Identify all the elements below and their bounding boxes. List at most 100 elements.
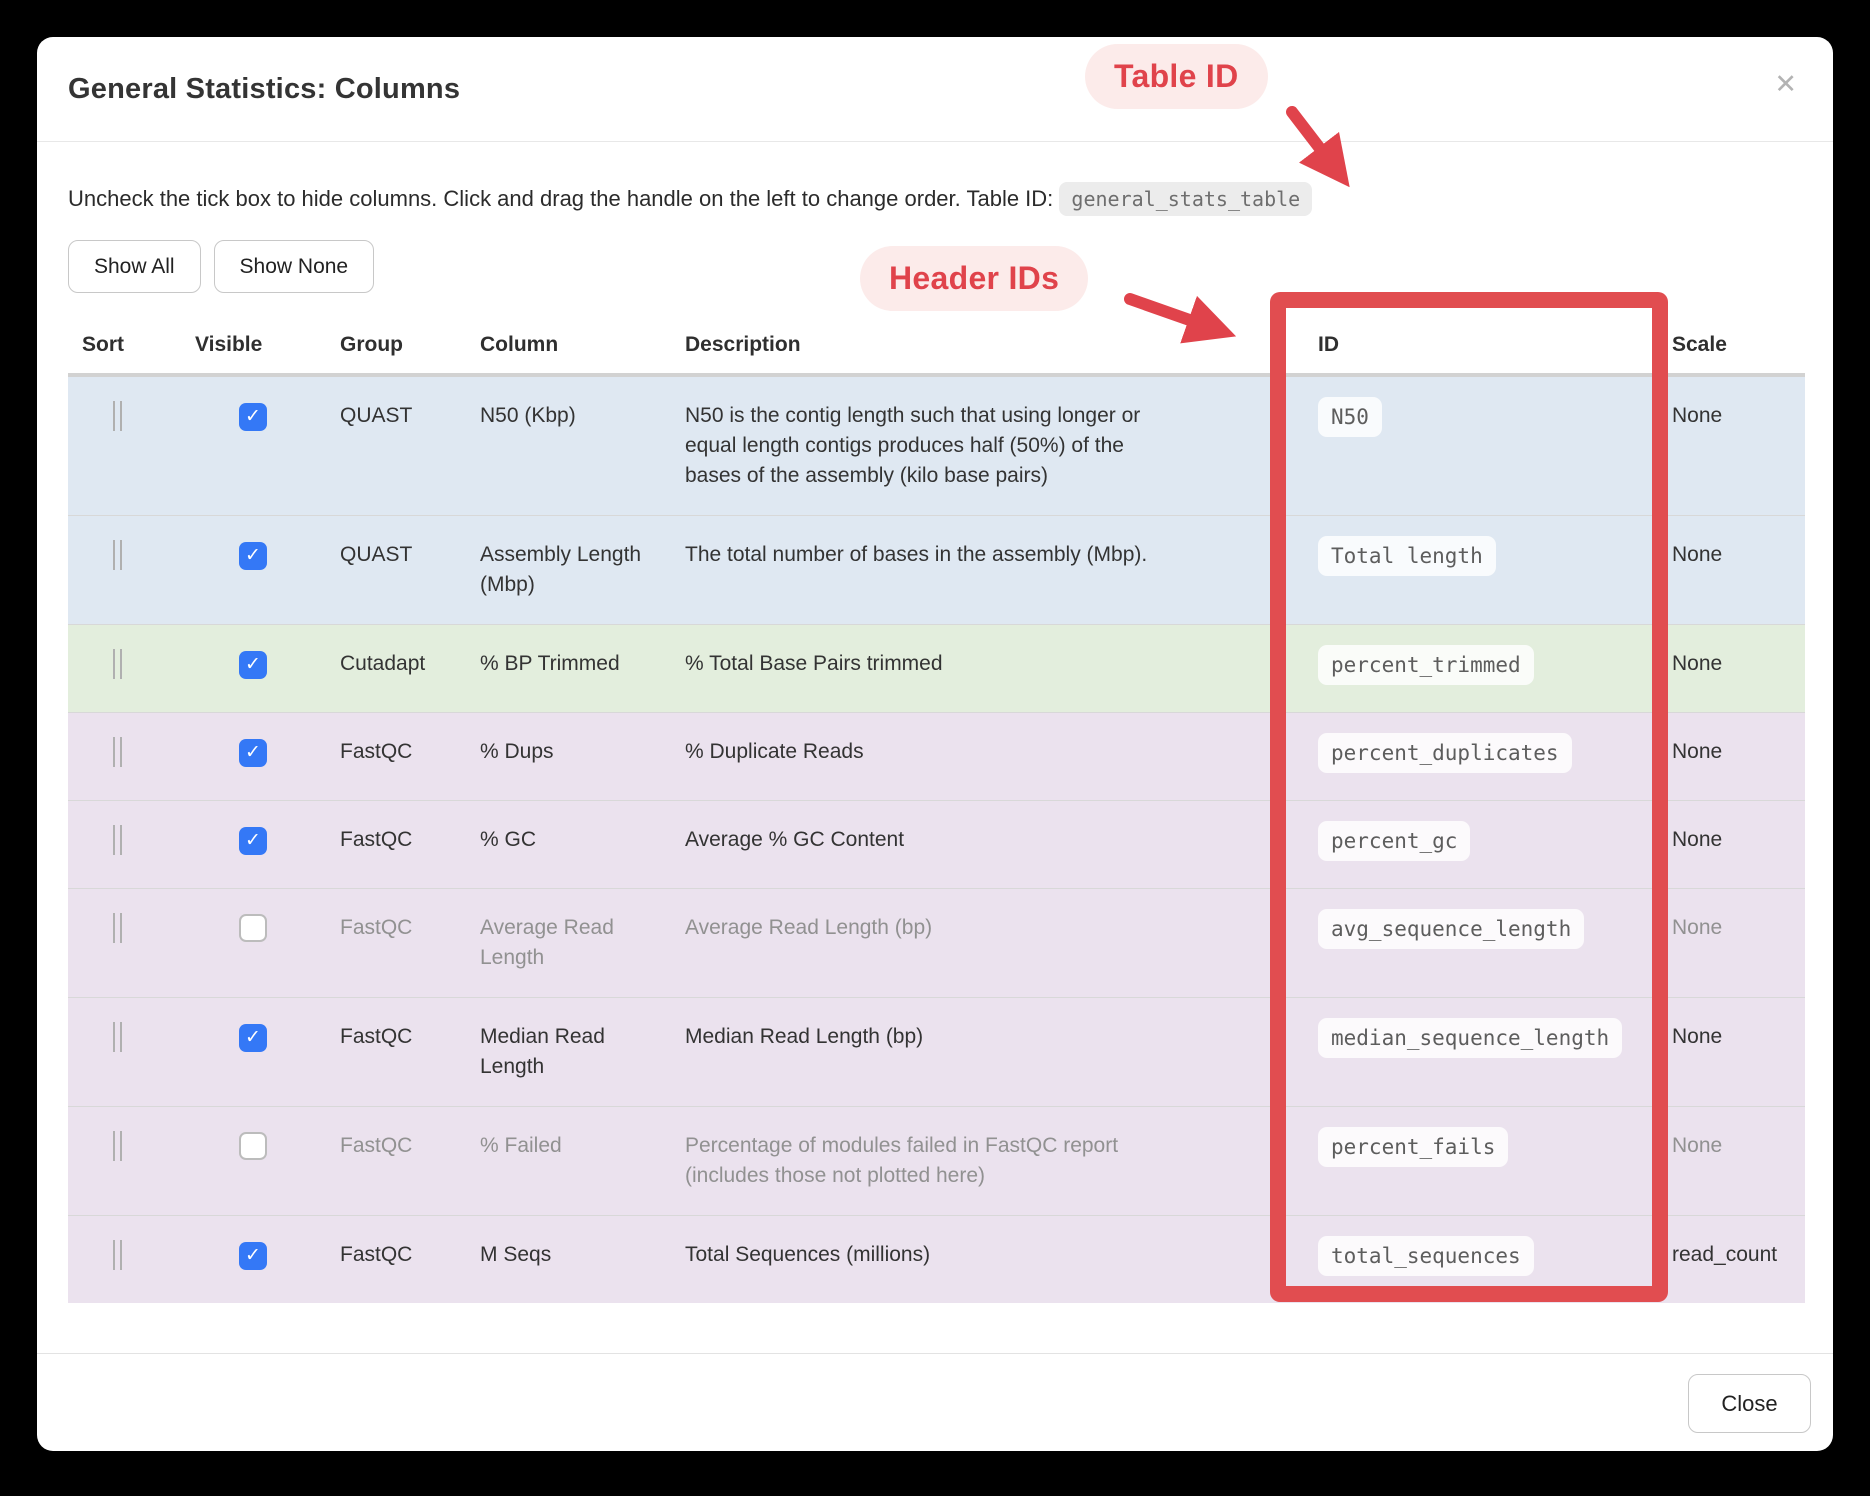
scale-label: None bbox=[1672, 404, 1722, 427]
header-ids-annotation: Header IDs bbox=[860, 246, 1088, 311]
table-body: ✓ QUAST N50 (Kbp) N50 is the contig leng… bbox=[68, 375, 1805, 1303]
modal-body: Uncheck the tick box to hide columns. Cl… bbox=[37, 184, 1833, 1303]
id-code-chip: median_sequence_length bbox=[1318, 1018, 1622, 1058]
id-code-chip: total_sequences bbox=[1318, 1236, 1534, 1276]
description-text: % Total Base Pairs trimmed bbox=[685, 649, 943, 679]
drag-handle-icon[interactable] bbox=[113, 1240, 122, 1270]
description-text: Percentage of modules failed in FastQC r… bbox=[685, 1131, 1165, 1191]
drag-handle-icon[interactable] bbox=[113, 1022, 122, 1052]
id-code-chip: percent_fails bbox=[1318, 1127, 1508, 1167]
show-all-button[interactable]: Show All bbox=[68, 240, 201, 293]
close-button[interactable]: Close bbox=[1688, 1374, 1811, 1433]
description-text: Average Read Length (bp) bbox=[685, 913, 932, 943]
show-none-button[interactable]: Show None bbox=[214, 240, 375, 293]
checkmark-icon: ✓ bbox=[245, 831, 261, 850]
id-code-chip: Total length bbox=[1318, 536, 1496, 576]
scale-label: read_count bbox=[1672, 1243, 1777, 1266]
drag-handle-icon[interactable] bbox=[113, 913, 122, 943]
drag-handle-icon[interactable] bbox=[113, 649, 122, 679]
scale-label: None bbox=[1672, 828, 1722, 851]
column-label: Assembly Length (Mbp) bbox=[480, 543, 641, 596]
modal-footer: Close bbox=[37, 1353, 1833, 1451]
group-label: FastQC bbox=[340, 1025, 412, 1048]
table-head: Sort Visible Group Column Description ID… bbox=[68, 321, 1805, 375]
scale-label: None bbox=[1672, 1025, 1722, 1048]
drag-handle-icon[interactable] bbox=[113, 1131, 122, 1161]
description-text: % Duplicate Reads bbox=[685, 737, 864, 767]
group-label: FastQC bbox=[340, 828, 412, 851]
visible-checkbox[interactable]: ✓ bbox=[239, 1242, 267, 1270]
columns-table: Sort Visible Group Column Description ID… bbox=[68, 321, 1805, 1303]
group-label: FastQC bbox=[340, 1134, 412, 1157]
header-column: Column bbox=[466, 321, 671, 375]
header-scale: Scale bbox=[1660, 321, 1805, 375]
table-row: ✓ FastQC % Failed Percentage of modules … bbox=[68, 1107, 1805, 1216]
group-label: Cutadapt bbox=[340, 652, 425, 675]
header-group: Group bbox=[326, 321, 466, 375]
modal-title: General Statistics: Columns bbox=[68, 73, 460, 106]
visible-checkbox[interactable]: ✓ bbox=[239, 827, 267, 855]
column-label: % Failed bbox=[480, 1134, 562, 1157]
table-row: ✓ QUAST N50 (Kbp) N50 is the contig leng… bbox=[68, 375, 1805, 516]
visible-checkbox[interactable]: ✓ bbox=[239, 651, 267, 679]
group-label: FastQC bbox=[340, 740, 412, 763]
id-code-chip: N50 bbox=[1318, 397, 1382, 437]
visible-checkbox[interactable]: ✓ bbox=[239, 403, 267, 431]
visible-checkbox[interactable]: ✓ bbox=[239, 739, 267, 767]
header-visible: Visible bbox=[181, 321, 326, 375]
drag-handle-icon[interactable] bbox=[113, 825, 122, 855]
table-row: ✓ QUAST Assembly Length (Mbp) The total … bbox=[68, 516, 1805, 625]
checkmark-icon: ✓ bbox=[245, 655, 261, 674]
table-row: ✓ Cutadapt % BP Trimmed % Total Base Pai… bbox=[68, 625, 1805, 713]
id-code-chip: avg_sequence_length bbox=[1318, 909, 1584, 949]
checkmark-icon: ✓ bbox=[245, 1246, 261, 1265]
scale-label: None bbox=[1672, 543, 1722, 566]
table-row: ✓ FastQC Median Read Length Median Read … bbox=[68, 998, 1805, 1107]
instructions-text: Uncheck the tick box to hide columns. Cl… bbox=[68, 184, 1802, 214]
drag-handle-icon[interactable] bbox=[113, 737, 122, 767]
scale-label: None bbox=[1672, 740, 1722, 763]
table-row: ✓ FastQC Average Read Length Average Rea… bbox=[68, 889, 1805, 998]
description-text: The total number of bases in the assembl… bbox=[685, 540, 1147, 570]
instructions-label: Uncheck the tick box to hide columns. Cl… bbox=[68, 186, 1053, 211]
scale-label: None bbox=[1672, 652, 1722, 675]
group-label: QUAST bbox=[340, 543, 412, 566]
table-id-code: general_stats_table bbox=[1059, 182, 1312, 216]
table-row: ✓ FastQC M Seqs Total Sequences (million… bbox=[68, 1216, 1805, 1304]
close-icon[interactable]: ✕ bbox=[1774, 71, 1797, 98]
scale-label: None bbox=[1672, 916, 1722, 939]
column-label: % GC bbox=[480, 828, 536, 851]
column-label: % Dups bbox=[480, 740, 554, 763]
visible-checkbox[interactable]: ✓ bbox=[239, 914, 267, 942]
scale-label: None bbox=[1672, 1134, 1722, 1157]
modal-header: General Statistics: Columns ✕ bbox=[37, 37, 1833, 142]
header-description: Description bbox=[671, 321, 1300, 375]
visible-checkbox[interactable]: ✓ bbox=[239, 542, 267, 570]
checkmark-icon: ✓ bbox=[245, 743, 261, 762]
drag-handle-icon[interactable] bbox=[113, 540, 122, 570]
description-text: Total Sequences (millions) bbox=[685, 1240, 930, 1270]
description-text: Average % GC Content bbox=[685, 825, 904, 855]
checkmark-icon: ✓ bbox=[245, 1028, 261, 1047]
group-label: FastQC bbox=[340, 916, 412, 939]
id-code-chip: percent_trimmed bbox=[1318, 645, 1534, 685]
table-row: ✓ FastQC % Dups % Duplicate Reads percen… bbox=[68, 713, 1805, 801]
drag-handle-icon[interactable] bbox=[113, 401, 122, 431]
description-text: N50 is the contig length such that using… bbox=[685, 401, 1165, 491]
column-label: Average Read Length bbox=[480, 916, 614, 969]
header-sort: Sort bbox=[68, 321, 181, 375]
visible-checkbox[interactable]: ✓ bbox=[239, 1132, 267, 1160]
column-label: M Seqs bbox=[480, 1243, 551, 1266]
id-code-chip: percent_gc bbox=[1318, 821, 1470, 861]
table-id-annotation: Table ID bbox=[1085, 44, 1268, 109]
description-text: Median Read Length (bp) bbox=[685, 1022, 923, 1052]
checkmark-icon: ✓ bbox=[245, 407, 261, 426]
group-label: QUAST bbox=[340, 404, 412, 427]
visible-checkbox[interactable]: ✓ bbox=[239, 1024, 267, 1052]
column-label: N50 (Kbp) bbox=[480, 404, 576, 427]
header-id: ID bbox=[1300, 321, 1660, 375]
group-label: FastQC bbox=[340, 1243, 412, 1266]
checkmark-icon: ✓ bbox=[245, 546, 261, 565]
column-label: Median Read Length bbox=[480, 1025, 605, 1078]
table-row: ✓ FastQC % GC Average % GC Content perce… bbox=[68, 801, 1805, 889]
